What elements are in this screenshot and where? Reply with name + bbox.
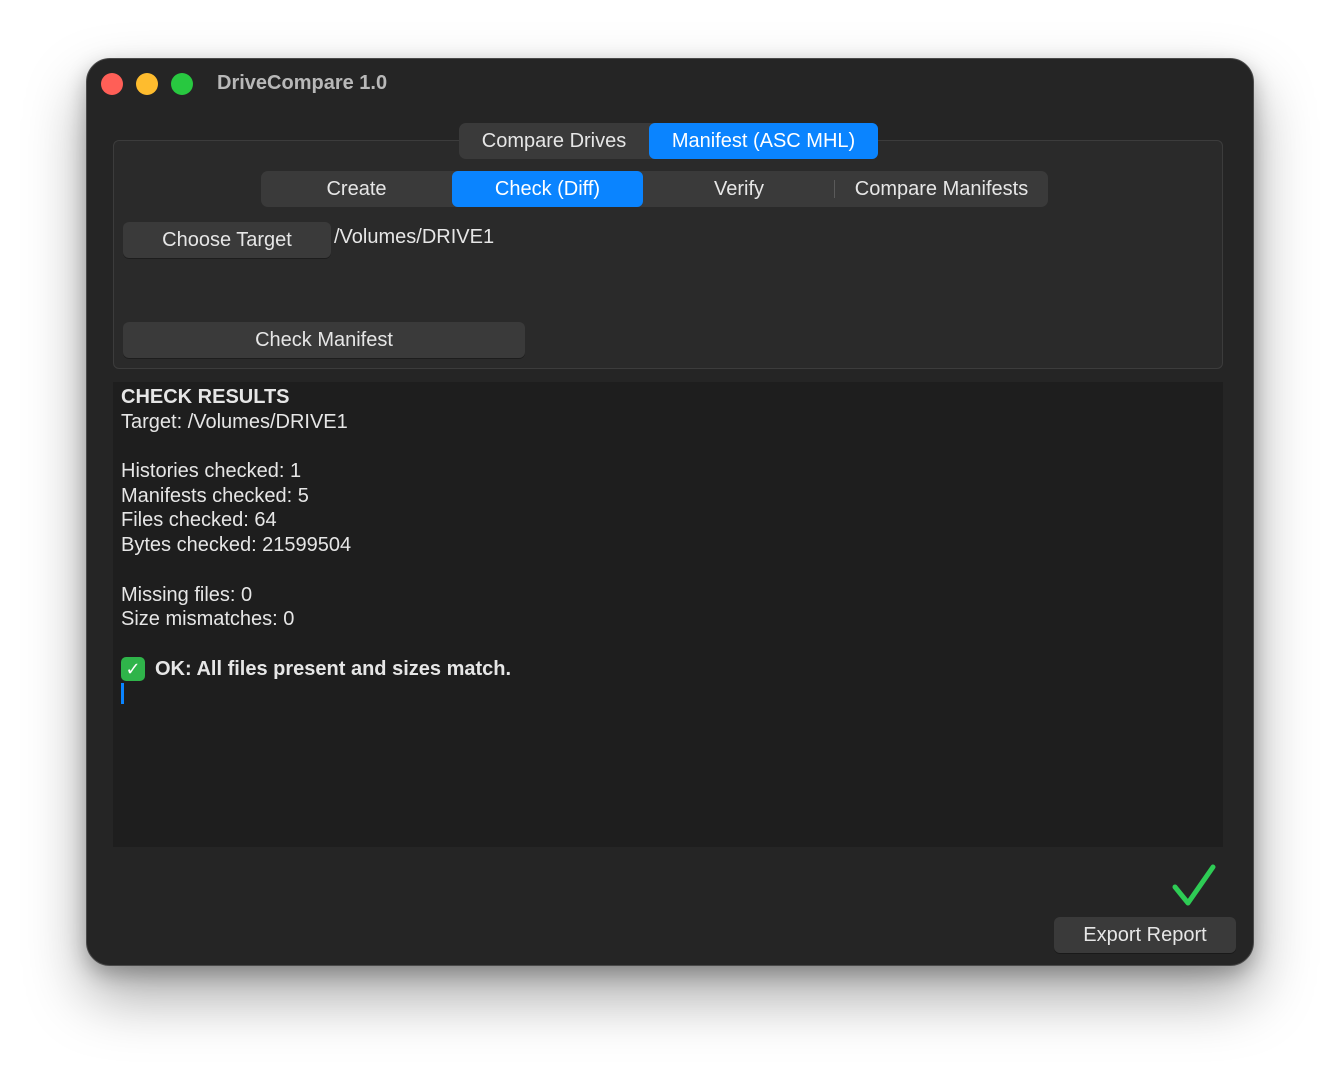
- missing-files-line: Missing files: 0: [121, 583, 253, 606]
- files-checked-line: Files checked: 64: [121, 509, 277, 532]
- ok-status-text: OK: All files present and sizes match.: [155, 657, 512, 680]
- close-window-button[interactable]: [101, 73, 123, 95]
- manifest-mode-selector: Create Check (Diff) Verify Compare Manif…: [261, 171, 1048, 207]
- manifests-checked-line: Manifests checked: 5: [121, 484, 309, 507]
- tab-compare-drives[interactable]: Compare Drives: [459, 123, 649, 159]
- results-heading: CHECK RESULTS: [121, 386, 290, 408]
- check-manifest-button[interactable]: Check Manifest: [123, 322, 525, 358]
- size-mismatches-line: Size mismatches: 0: [121, 608, 295, 631]
- choose-target-button[interactable]: Choose Target: [123, 222, 331, 258]
- window-title: DriveCompare 1.0: [217, 72, 388, 94]
- histories-checked-line: Histories checked: 1: [121, 460, 302, 483]
- segment-check-diff[interactable]: Check (Diff): [452, 171, 643, 207]
- segment-create-label: Create: [326, 177, 387, 200]
- segment-verify[interactable]: Verify: [643, 171, 835, 207]
- export-report-button[interactable]: Export Report: [1054, 917, 1236, 953]
- tab-manifest-asc-mhl[interactable]: Manifest (ASC MHL): [649, 123, 878, 159]
- segment-check-diff-label: Check (Diff): [494, 177, 601, 200]
- results-target-line: Target: /Volumes/DRIVE1: [121, 410, 348, 433]
- app-window: DriveCompare 1.0 Compare Drives Manifest…: [86, 58, 1254, 966]
- segment-verify-label: Verify: [713, 177, 765, 200]
- target-path-label: /Volumes/DRIVE1: [334, 226, 495, 248]
- main-tab-bar: Compare Drives Manifest (ASC MHL): [459, 123, 878, 159]
- check-mark-emoji-icon: ✓: [121, 656, 145, 681]
- maximize-window-button[interactable]: [171, 73, 193, 95]
- segment-create[interactable]: Create: [261, 171, 452, 207]
- segment-compare-manifests-label: Compare Manifests: [854, 177, 1029, 200]
- bytes-checked-line: Bytes checked: 21599504: [121, 534, 352, 557]
- green-checkmark-icon: [1172, 864, 1216, 906]
- ok-status-line: ✓ OK: All files present and sizes match.: [121, 656, 1215, 682]
- results-text-area[interactable]: CHECK RESULTS Target: /Volumes/DRIVE1 Hi…: [113, 382, 1223, 847]
- title-bar: DriveCompare 1.0: [87, 59, 1253, 111]
- minimize-window-button[interactable]: [136, 73, 158, 95]
- segment-compare-manifests[interactable]: Compare Manifests: [835, 171, 1048, 207]
- text-cursor: [121, 683, 124, 705]
